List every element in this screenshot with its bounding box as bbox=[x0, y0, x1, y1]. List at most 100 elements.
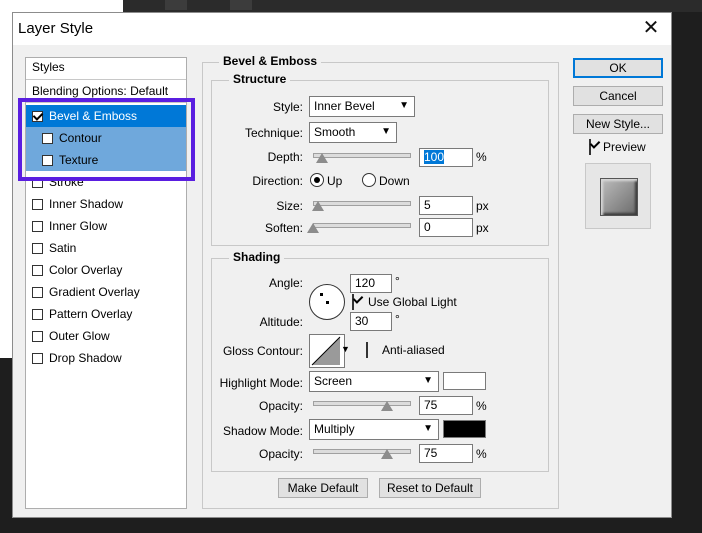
style-item-color-overlay[interactable]: Color Overlay bbox=[26, 259, 186, 281]
style-item-label: Drop Shadow bbox=[49, 351, 122, 365]
technique-select-value: Smooth bbox=[314, 125, 356, 139]
soften-label: Soften: bbox=[264, 221, 303, 235]
highlight-mode-label: Highlight Mode: bbox=[219, 376, 303, 390]
style-item-drop-shadow[interactable]: Drop Shadow bbox=[26, 347, 186, 369]
shadow-opacity-label: Opacity: bbox=[258, 447, 303, 461]
inner-shadow-checkbox[interactable] bbox=[32, 198, 43, 210]
soften-input[interactable]: 0 bbox=[419, 218, 473, 237]
highlight-opacity-thumb[interactable] bbox=[381, 401, 393, 411]
style-item-gradient-overlay[interactable]: Gradient Overlay bbox=[26, 281, 186, 303]
angle-label: Angle: bbox=[268, 276, 303, 290]
soften-unit: px bbox=[476, 221, 489, 235]
altitude-unit: ° bbox=[395, 312, 400, 326]
gradient-overlay-checkbox[interactable] bbox=[32, 286, 43, 298]
technique-label: Technique: bbox=[244, 126, 303, 140]
highlight-opacity-slider[interactable] bbox=[313, 401, 411, 406]
chevron-down-icon: ▼ bbox=[381, 126, 391, 137]
shadow-mode-select[interactable]: Multiply ▼ bbox=[309, 419, 439, 440]
gloss-contour-curve-icon bbox=[311, 336, 341, 366]
style-item-label: Satin bbox=[49, 241, 77, 255]
depth-unit: % bbox=[476, 150, 487, 164]
highlight-opacity-input[interactable]: 75 bbox=[419, 396, 473, 415]
angle-unit: ° bbox=[395, 274, 400, 288]
preview-checkbox[interactable] bbox=[589, 139, 591, 155]
styles-header[interactable]: Styles bbox=[26, 58, 186, 80]
style-item-label: Gradient Overlay bbox=[49, 285, 140, 299]
size-slider[interactable] bbox=[313, 201, 411, 206]
angle-input[interactable]: 120 bbox=[350, 274, 392, 293]
anti-aliased-label: Anti-aliased bbox=[382, 343, 445, 357]
style-item-label: Pattern Overlay bbox=[49, 307, 133, 321]
shadow-color-swatch[interactable] bbox=[443, 420, 486, 438]
angle-pointer bbox=[320, 293, 323, 296]
style-label: Style: bbox=[272, 100, 303, 114]
reset-to-default-button[interactable]: Reset to Default bbox=[379, 478, 481, 498]
new-style-button[interactable]: New Style... bbox=[573, 114, 663, 134]
size-slider-thumb[interactable] bbox=[312, 201, 324, 211]
technique-select[interactable]: Smooth ▼ bbox=[309, 122, 397, 143]
size-label: Size: bbox=[276, 199, 303, 213]
title-bar: Layer Style ✕ bbox=[13, 13, 671, 45]
soften-slider[interactable] bbox=[313, 223, 411, 228]
chevron-down-icon: ▼ bbox=[399, 100, 409, 111]
layer-style-dialog: Layer Style ✕ Styles Blending Options: D… bbox=[12, 12, 672, 518]
drop-shadow-checkbox[interactable] bbox=[32, 352, 43, 364]
close-icon[interactable]: ✕ bbox=[639, 16, 663, 40]
altitude-label: Altitude: bbox=[259, 315, 303, 329]
depth-input[interactable]: 100 bbox=[419, 148, 473, 167]
color-overlay-checkbox[interactable] bbox=[32, 264, 43, 276]
shadow-opacity-thumb[interactable] bbox=[381, 449, 393, 459]
depth-slider-thumb[interactable] bbox=[316, 153, 328, 163]
direction-down-radio[interactable] bbox=[362, 173, 376, 187]
satin-checkbox[interactable] bbox=[32, 242, 43, 254]
soften-slider-thumb[interactable] bbox=[307, 223, 319, 233]
chevron-down-icon: ▼ bbox=[423, 423, 433, 434]
angle-dial[interactable] bbox=[309, 284, 345, 320]
highlight-mode-select[interactable]: Screen ▼ bbox=[309, 371, 439, 392]
altitude-input[interactable]: 30 bbox=[350, 312, 392, 331]
make-default-button[interactable]: Make Default bbox=[278, 478, 368, 498]
anti-aliased-checkbox[interactable] bbox=[366, 342, 368, 358]
direction-label: Direction: bbox=[252, 174, 303, 188]
structure-title: Structure bbox=[229, 72, 291, 86]
style-select[interactable]: Inner Bevel ▼ bbox=[309, 96, 415, 117]
shadow-opacity-slider[interactable] bbox=[313, 449, 411, 454]
style-item-label: Outer Glow bbox=[49, 329, 110, 343]
highlight-opacity-unit: % bbox=[476, 399, 487, 413]
style-item-satin[interactable]: Satin bbox=[26, 237, 186, 259]
highlight-mode-value: Screen bbox=[314, 374, 353, 388]
size-input[interactable]: 5 bbox=[419, 196, 473, 215]
shadow-opacity-unit: % bbox=[476, 447, 487, 461]
shadow-opacity-input[interactable]: 75 bbox=[419, 444, 473, 463]
direction-up-label: Up bbox=[327, 174, 343, 188]
direction-up-radio[interactable] bbox=[310, 173, 324, 187]
size-unit: px bbox=[476, 199, 489, 213]
style-item-outer-glow[interactable]: Outer Glow bbox=[26, 325, 186, 347]
chevron-down-icon: ▼ bbox=[423, 375, 433, 386]
gloss-dropdown-icon[interactable]: ▼ bbox=[341, 344, 350, 354]
style-select-value: Inner Bevel bbox=[314, 99, 375, 113]
inner-glow-checkbox[interactable] bbox=[32, 220, 43, 232]
style-item-label: Color Overlay bbox=[49, 263, 123, 277]
dialog-title: Layer Style bbox=[18, 20, 94, 37]
direction-down-label: Down bbox=[379, 174, 410, 188]
preview-label: Preview bbox=[603, 140, 646, 154]
style-preview-thumbnail bbox=[585, 163, 651, 229]
cancel-button[interactable]: Cancel bbox=[573, 86, 663, 106]
style-item-label: Inner Shadow bbox=[49, 197, 124, 211]
highlight-opacity-label: Opacity: bbox=[258, 399, 303, 413]
highlight-color-swatch[interactable] bbox=[443, 372, 486, 390]
gloss-contour-label: Gloss Contour: bbox=[222, 344, 303, 358]
gloss-contour-picker[interactable] bbox=[309, 334, 345, 368]
ok-button[interactable]: OK bbox=[573, 58, 663, 78]
angle-center bbox=[326, 301, 329, 304]
style-item-inner-glow[interactable]: Inner Glow bbox=[26, 215, 186, 237]
annotation-highlight-box bbox=[18, 98, 195, 181]
outer-glow-checkbox[interactable] bbox=[32, 330, 43, 342]
use-global-light-checkbox[interactable] bbox=[352, 294, 354, 310]
pattern-overlay-checkbox[interactable] bbox=[32, 308, 43, 320]
use-global-light-label: Use Global Light bbox=[368, 295, 457, 309]
style-item-pattern-overlay[interactable]: Pattern Overlay bbox=[26, 303, 186, 325]
style-item-inner-shadow[interactable]: Inner Shadow bbox=[26, 193, 186, 215]
shadow-mode-label: Shadow Mode: bbox=[222, 424, 303, 438]
